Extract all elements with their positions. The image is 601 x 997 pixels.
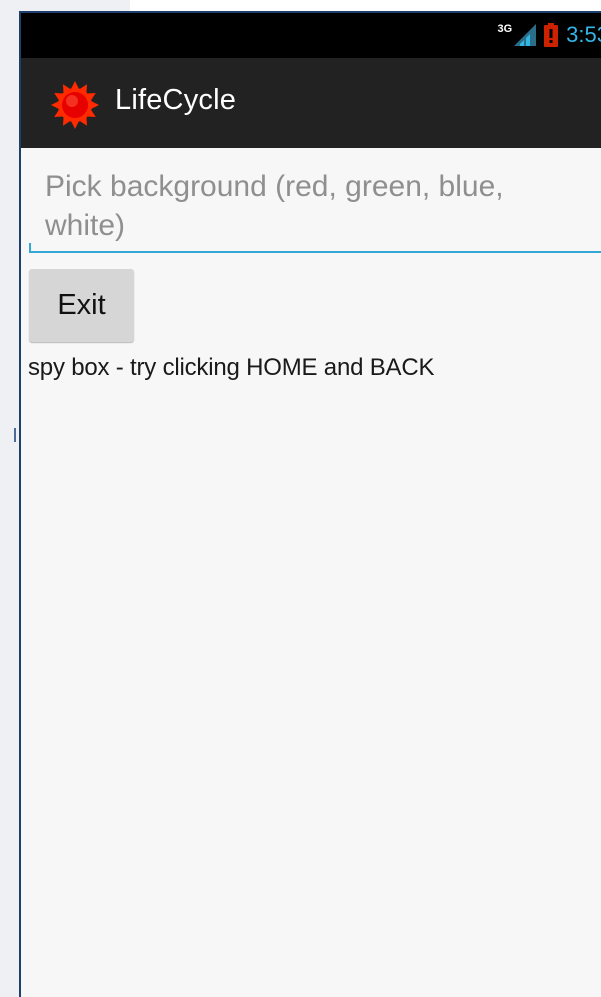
action-bar: LifeCycle bbox=[21, 58, 601, 148]
exit-button[interactable]: Exit bbox=[29, 269, 134, 342]
background-color-input[interactable]: Pick background (red, green, blue, white… bbox=[29, 163, 601, 253]
app-title: LifeCycle bbox=[115, 84, 237, 116]
emulator-screen: 3G 3:53 bbox=[19, 11, 601, 997]
spy-box-text: spy box - try clicking HOME and BACK bbox=[28, 354, 435, 381]
background-input-placeholder[interactable]: Pick background (red, green, blue, white… bbox=[45, 167, 585, 245]
signal-bars-icon bbox=[514, 24, 537, 46]
network-type-label: 3G bbox=[497, 23, 513, 35]
status-icons: 3G 3:53 bbox=[497, 22, 601, 48]
left-margin bbox=[0, 0, 20, 997]
status-bar: 3G 3:53 bbox=[21, 13, 601, 58]
clock-time: 3:53 bbox=[566, 22, 601, 47]
margin-mark bbox=[14, 428, 16, 442]
input-underline-edge bbox=[29, 243, 31, 251]
screen: 3G 3:53 bbox=[0, 0, 601, 997]
battery-alert-icon bbox=[544, 23, 559, 47]
sun-icon[interactable] bbox=[51, 81, 99, 129]
